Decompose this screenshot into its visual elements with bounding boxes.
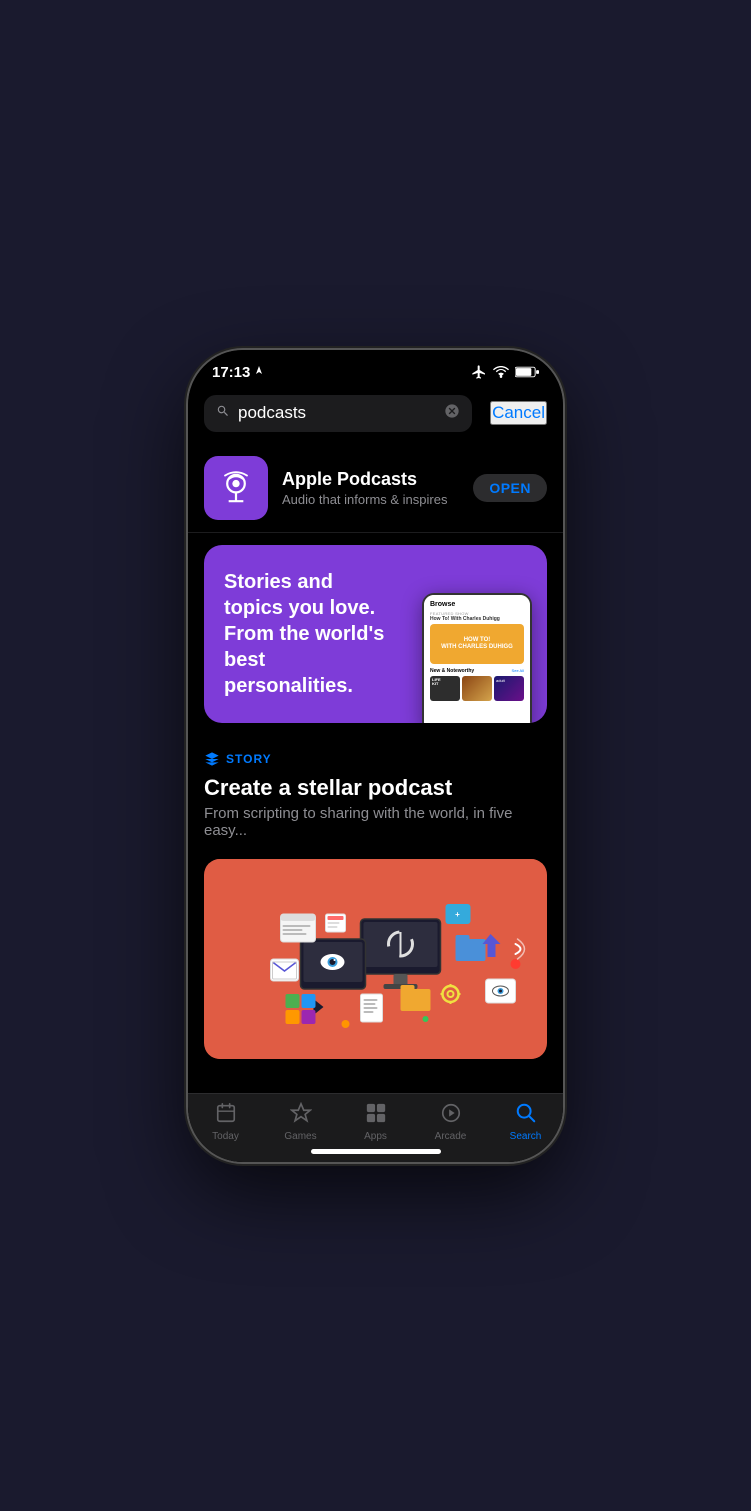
mockup-phone: Browse FEATURED SHOW How To! With Charle… — [422, 593, 532, 723]
main-content: Apple Podcasts Audio that informs & insp… — [188, 444, 563, 1093]
time-display: 17:13 — [212, 364, 250, 381]
mockup-mini-card-2 — [462, 676, 492, 701]
app-subtitle: Audio that informs & inspires — [282, 492, 459, 507]
phone-frame: 17:13 — [188, 350, 563, 1162]
tab-search-label: Search — [510, 1131, 542, 1142]
home-indicator — [311, 1149, 441, 1154]
search-bar-container: podcasts Cancel — [188, 387, 563, 444]
story-label: STORY — [204, 751, 547, 767]
banner-headline: Stories and topics you love. From the wo… — [224, 569, 387, 699]
cancel-button[interactable]: Cancel — [490, 401, 547, 425]
location-icon — [254, 366, 264, 378]
story-title: Create a stellar podcast — [204, 775, 547, 801]
tab-arcade[interactable]: Arcade — [413, 1102, 488, 1142]
apps-icon — [365, 1102, 387, 1128]
app-info: Apple Podcasts Audio that informs & insp… — [282, 469, 459, 507]
mockup-mini-card-3: adult — [494, 676, 524, 701]
tab-search[interactable]: Search — [488, 1102, 563, 1142]
app-name: Apple Podcasts — [282, 469, 459, 490]
search-bar[interactable]: podcasts — [204, 395, 472, 432]
search-input[interactable]: podcasts — [238, 403, 436, 423]
wifi-icon — [493, 366, 509, 378]
search-tab-icon — [515, 1102, 537, 1128]
mockup-screen-content: Browse FEATURED SHOW How To! With Charle… — [424, 595, 530, 723]
mockup-featured-title: How To! With Charles Duhigg — [430, 616, 524, 622]
arcade-icon — [440, 1102, 462, 1128]
tab-today-label: Today — [212, 1131, 239, 1142]
battery-icon — [515, 366, 539, 378]
app-store-icon — [204, 751, 220, 767]
today-icon — [215, 1102, 237, 1128]
story-illustration: + — [204, 859, 547, 1059]
search-icon — [216, 404, 230, 423]
svg-text:+: + — [455, 910, 460, 919]
story-section: STORY Create a stellar podcast From scri… — [188, 735, 563, 859]
tab-today[interactable]: Today — [188, 1102, 263, 1142]
screen: 17:13 — [188, 350, 563, 1162]
story-tag: STORY — [226, 752, 272, 766]
games-icon — [290, 1102, 312, 1128]
mockup-see-all: See All — [512, 668, 524, 673]
mockup-new-noteworthy-row: New & Noteworthy See All — [430, 668, 524, 674]
mockup-mini-card-1: LIFEKIT — [430, 676, 460, 701]
banner-phone-mockup: Browse FEATURED SHOW How To! With Charle… — [407, 545, 547, 723]
tab-games[interactable]: Games — [263, 1102, 338, 1142]
tab-apps[interactable]: Apps — [338, 1102, 413, 1142]
status-icons — [471, 364, 539, 380]
app-icon-podcasts — [204, 456, 268, 520]
story-image[interactable]: + — [204, 859, 547, 1059]
mockup-section-title: New & Noteworthy — [430, 668, 474, 674]
purple-banner[interactable]: Stories and topics you love. From the wo… — [204, 545, 547, 723]
app-result-row[interactable]: Apple Podcasts Audio that informs & insp… — [188, 444, 563, 533]
clear-icon[interactable] — [444, 403, 460, 424]
story-subtitle: From scripting to sharing with the world… — [204, 805, 547, 839]
status-time: 17:13 — [212, 364, 264, 381]
banner-text-area: Stories and topics you love. From the wo… — [204, 545, 407, 723]
tab-arcade-label: Arcade — [435, 1131, 467, 1142]
mockup-browse-title: Browse — [430, 601, 524, 608]
tab-apps-label: Apps — [364, 1131, 387, 1142]
notch — [301, 350, 451, 380]
mockup-hero-card: HOW TO!WITH CHARLES DUHIGG — [430, 624, 524, 664]
mockup-cards-row: LIFEKIT adult — [430, 676, 524, 701]
mockup-card-text: HOW TO!WITH CHARLES DUHIGG — [441, 637, 513, 650]
tab-games-label: Games — [284, 1131, 316, 1142]
airplane-icon — [471, 364, 487, 380]
open-button[interactable]: OPEN — [473, 474, 547, 502]
